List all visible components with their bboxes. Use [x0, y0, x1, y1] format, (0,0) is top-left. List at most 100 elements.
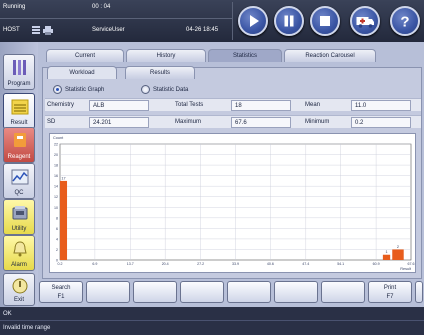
sidebar-item-alarm[interactable]: Alarm: [3, 235, 35, 271]
fkey-f3-button[interactable]: [133, 281, 177, 303]
x-tick-label: 13.7: [127, 262, 134, 266]
alarm-icon: [13, 241, 27, 257]
x-tick-label: 20.4: [162, 262, 169, 266]
histogram-bar: [392, 249, 404, 260]
program-icon: [13, 60, 26, 75]
radio-selected-icon: [53, 85, 62, 94]
message-divider: [0, 320, 424, 321]
sidebar-item-label: Utility: [11, 226, 27, 232]
fkey-key: F1: [57, 294, 65, 300]
date-time: 04-26 18:45: [186, 27, 219, 33]
total-tests-label: Total Tests: [175, 102, 204, 108]
stop-button[interactable]: [310, 6, 340, 36]
y-tick-label: 4: [56, 237, 58, 241]
maximum-label: Maximum: [175, 119, 202, 125]
x-tick-label: 33.9: [232, 262, 239, 266]
result-icon: [11, 99, 29, 115]
play-icon: [250, 15, 259, 27]
statistics-content: Workload Results Statistic Graph Statist…: [42, 66, 422, 279]
sidebar-item-program[interactable]: Program: [3, 54, 35, 90]
host-label: HOST: [3, 27, 20, 33]
y-tick-label: 12: [54, 195, 58, 199]
stats-row-1: Chemistry ALB Total Tests 18 Mean 11.0: [45, 98, 421, 111]
help-icon: ?: [400, 14, 409, 31]
run-state: Running: [3, 4, 26, 10]
pause-button[interactable]: [274, 6, 304, 36]
tab-statistics[interactable]: Statistics: [208, 49, 282, 62]
pause-icon: [284, 15, 294, 27]
sidebar: Program Result Reagent QC Utility Alarm …: [0, 42, 38, 307]
y-tick-label: 2: [56, 248, 58, 252]
statistic-data-label: Statistic Data: [153, 86, 189, 93]
bar-data-label: 2: [397, 245, 399, 249]
x-tick-label: 60.9: [373, 262, 380, 266]
fkey-f5-button[interactable]: [227, 281, 271, 303]
total-tests-value: 18: [231, 100, 291, 111]
maximum-value: 67.6: [231, 117, 291, 128]
print-f7-button[interactable]: Print F7: [368, 281, 412, 303]
run-timer: 00 : 04: [92, 4, 111, 10]
x-tick-label: 40.6: [267, 262, 274, 266]
main-panel: Current History Statistics Reaction Caro…: [38, 42, 424, 307]
y-axis-label: Count: [53, 136, 64, 140]
emergency-sample-button[interactable]: [350, 6, 380, 36]
y-tick-label: 20: [54, 153, 58, 157]
host-connection-icon: [32, 26, 40, 37]
statistic-graph-radio[interactable]: Statistic Graph: [53, 85, 104, 94]
message-status: OK: [3, 311, 12, 317]
y-tick-label: 6: [56, 227, 58, 231]
fkey-blank-button[interactable]: [321, 281, 365, 303]
sidebar-item-qc[interactable]: QC: [3, 163, 35, 199]
status-divider: [0, 18, 232, 19]
top-tab-bar: Current History Statistics Reaction Caro…: [46, 49, 376, 62]
status-vdivider: [232, 2, 233, 40]
x-tick-label: 27.2: [197, 262, 204, 266]
fkey-f6-button[interactable]: [274, 281, 318, 303]
minimum-label: Minimum: [305, 119, 330, 125]
fkey-f4-button[interactable]: [180, 281, 224, 303]
statistics-chart: 0 2 4 6 8 10 12 14 16 18 20 22 0.2 6.9 13.7 20.4 27.2 33.…: [49, 133, 416, 273]
minimum-value: 0.2: [351, 117, 411, 128]
fkey-f2-button[interactable]: [86, 281, 130, 303]
help-button[interactable]: ?: [390, 6, 420, 36]
sidebar-item-label: Alarm: [11, 262, 27, 268]
sidebar-item-reagent[interactable]: Reagent: [3, 127, 35, 163]
histogram-bar: [60, 180, 68, 260]
sub-tab-bar: Workload Results: [47, 66, 195, 79]
stats-row-2: SD 24.201 Maximum 67.6 Minimum 0.2: [45, 115, 421, 128]
x-tick-label: 67.6: [408, 262, 415, 266]
search-f1-button[interactable]: Search F1: [39, 281, 83, 303]
ambulance-icon: [356, 17, 374, 28]
sidebar-item-utility[interactable]: Utility: [3, 199, 35, 235]
x-tick-label: 6.9: [92, 262, 97, 266]
status-bar: Running 00 : 04 HOST ServiceUser 04-26 1…: [0, 0, 424, 42]
start-button[interactable]: [238, 6, 268, 36]
fkey-label: Search: [51, 285, 71, 291]
sidebar-item-exit[interactable]: Exit: [3, 273, 35, 306]
tab-results[interactable]: Results: [125, 66, 195, 79]
tab-reaction-carousel[interactable]: Reaction Carousel: [284, 49, 376, 62]
radio-unselected-icon: [141, 85, 150, 94]
chemistry-value: ALB: [89, 100, 149, 111]
statistic-data-radio[interactable]: Statistic Data: [141, 85, 188, 94]
fkey-f8-button[interactable]: [415, 281, 423, 303]
tab-history[interactable]: History: [126, 49, 206, 62]
sidebar-item-label: Program: [7, 81, 31, 87]
x-tick-label: 47.4: [302, 262, 309, 266]
sidebar-item-label: Result: [10, 120, 28, 126]
bar-data-label: 1: [385, 250, 387, 254]
tab-current[interactable]: Current: [46, 49, 124, 62]
function-key-bar: Search F1 Print F7: [38, 279, 424, 307]
printer-icon: [43, 26, 53, 37]
tab-workload[interactable]: Workload: [47, 66, 117, 79]
x-tick-label: 54.1: [337, 262, 344, 266]
x-tick-label: 0.2: [58, 262, 63, 266]
sd-value: 24.201: [89, 117, 149, 128]
utility-icon: [12, 206, 28, 220]
sd-label: SD: [47, 119, 56, 125]
mean-value: 11.0: [351, 100, 411, 111]
qc-icon: [11, 169, 29, 185]
sidebar-item-result[interactable]: Result: [3, 93, 35, 129]
x-axis-label: Result: [400, 267, 412, 271]
fkey-label: Print: [383, 285, 397, 291]
